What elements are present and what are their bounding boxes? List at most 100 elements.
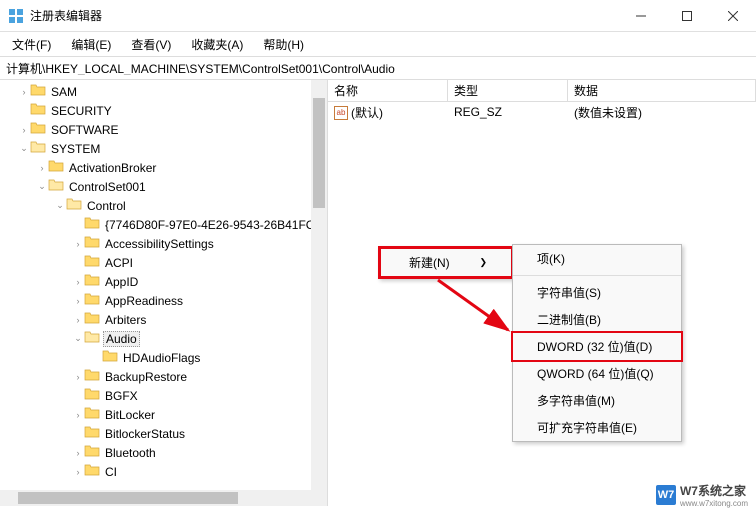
tree-item[interactable]: {7746D80F-97E0-4E26-9543-26B41FC	[0, 215, 327, 234]
tree-scrollbar-vertical[interactable]	[311, 80, 327, 506]
folder-icon	[84, 330, 103, 347]
address-input[interactable]	[6, 61, 750, 75]
folder-icon	[84, 368, 103, 385]
submenu-new: 项(K) 字符串值(S) 二进制值(B) DWORD (32 位)值(D) QW…	[512, 244, 682, 442]
collapse-icon[interactable]: ⌄	[36, 181, 48, 192]
value-data: (数值未设置)	[568, 103, 756, 122]
close-button[interactable]	[710, 0, 756, 32]
list-row[interactable]: ab(默认) REG_SZ (数值未设置)	[328, 102, 756, 122]
chevron-right-icon: ❯	[479, 257, 487, 268]
menu-view[interactable]: 查看(V)	[123, 34, 179, 55]
expand-icon[interactable]: ›	[36, 163, 48, 173]
tree-item[interactable]: › BitLocker	[0, 405, 327, 424]
tree-item[interactable]: ›SAM	[0, 82, 327, 101]
folder-icon	[30, 83, 49, 100]
watermark-badge: W7	[656, 485, 676, 505]
menubar: 文件(F) 编辑(E) 查看(V) 收藏夹(A) 帮助(H)	[0, 32, 756, 56]
menu-help[interactable]: 帮助(H)	[255, 34, 312, 55]
folder-icon	[30, 102, 49, 119]
tree-label: AppID	[103, 275, 140, 289]
tree-item[interactable]: ›SOFTWARE	[0, 120, 327, 139]
folder-icon	[84, 406, 103, 423]
tree-label: SECURITY	[49, 104, 114, 118]
folder-icon	[84, 235, 103, 252]
submenu-qword[interactable]: QWORD (64 位)值(Q)	[513, 360, 681, 387]
menu-file[interactable]: 文件(F)	[4, 34, 59, 55]
window-controls	[618, 0, 756, 32]
submenu-binary[interactable]: 二进制值(B)	[513, 306, 681, 333]
tree-item[interactable]: ⌄SYSTEM	[0, 139, 327, 158]
submenu-expand[interactable]: 可扩充字符串值(E)	[513, 414, 681, 441]
col-header-type[interactable]: 类型	[448, 80, 568, 101]
submenu-key[interactable]: 项(K)	[513, 245, 681, 272]
tree-label: BitLocker	[103, 408, 157, 422]
expand-icon[interactable]: ›	[72, 372, 84, 382]
tree-item[interactable]: SECURITY	[0, 101, 327, 120]
tree-item[interactable]: ⌄ Control	[0, 196, 327, 215]
tree-label: BitlockerStatus	[103, 427, 187, 441]
tree-item[interactable]: ›Bluetooth	[0, 443, 327, 462]
tree-label: {7746D80F-97E0-4E26-9543-26B41FC	[103, 218, 316, 232]
tree-item[interactable]: ⌄Audio	[0, 329, 327, 348]
address-bar	[0, 56, 756, 80]
menu-favorites[interactable]: 收藏夹(A)	[183, 34, 251, 55]
expand-icon[interactable]: ›	[72, 448, 84, 458]
tree-label: ControlSet001	[67, 180, 148, 194]
app-icon	[8, 8, 24, 24]
tree-label: ACPI	[103, 256, 135, 270]
tree-item[interactable]: › ActivationBroker	[0, 158, 327, 177]
watermark-text: W7系统之家	[680, 482, 748, 499]
tree-label: Control	[85, 199, 128, 213]
expand-icon[interactable]: ›	[72, 296, 84, 306]
value-type: REG_SZ	[448, 104, 568, 120]
col-header-name[interactable]: 名称	[328, 80, 448, 101]
tree-item[interactable]: ACPI	[0, 253, 327, 272]
expand-icon[interactable]: ›	[72, 467, 84, 477]
tree-label: ActivationBroker	[67, 161, 158, 175]
list-pane[interactable]: 名称 类型 数据 ab(默认) REG_SZ (数值未设置) 新建(N) ❯ 项…	[328, 80, 756, 506]
col-header-data[interactable]: 数据	[568, 80, 756, 101]
folder-icon	[84, 463, 103, 480]
tree-item[interactable]: ›AccessibilitySettings	[0, 234, 327, 253]
tree-label: BackupRestore	[103, 370, 189, 384]
context-menu-new[interactable]: 新建(N) ❯	[381, 249, 511, 276]
collapse-icon[interactable]: ⌄	[72, 333, 84, 344]
expand-icon[interactable]: ›	[18, 87, 30, 97]
folder-icon	[84, 254, 103, 271]
tree-label: BGFX	[103, 389, 140, 403]
watermark: W7 W7系统之家 www.w7xitong.com	[656, 482, 748, 508]
tree-item[interactable]: › AppID	[0, 272, 327, 291]
watermark-sub: www.w7xitong.com	[680, 499, 748, 508]
maximize-button[interactable]	[664, 0, 710, 32]
tree-item[interactable]: BGFX	[0, 386, 327, 405]
expand-icon[interactable]: ›	[72, 410, 84, 420]
tree-scrollbar-horizontal[interactable]	[0, 490, 311, 506]
folder-icon	[30, 121, 49, 138]
collapse-icon[interactable]: ⌄	[54, 200, 66, 211]
folder-icon	[84, 387, 103, 404]
tree-item[interactable]: HDAudioFlags	[0, 348, 327, 367]
submenu-dword[interactable]: DWORD (32 位)值(D)	[511, 331, 683, 362]
collapse-icon[interactable]: ⌄	[18, 143, 30, 154]
folder-icon	[102, 349, 121, 366]
tree-pane[interactable]: ›SAM SECURITY ›SOFTWARE⌄SYSTEM › ActivationB…	[0, 80, 328, 506]
expand-icon[interactable]: ›	[72, 239, 84, 249]
tree-label: Arbiters	[103, 313, 148, 327]
expand-icon[interactable]: ›	[72, 315, 84, 325]
submenu-string[interactable]: 字符串值(S)	[513, 279, 681, 306]
tree-item[interactable]: ›AppReadiness	[0, 291, 327, 310]
tree-item[interactable]: › BackupRestore	[0, 367, 327, 386]
folder-icon	[66, 197, 85, 214]
expand-icon[interactable]: ›	[18, 125, 30, 135]
menu-edit[interactable]: 编辑(E)	[63, 34, 119, 55]
expand-icon[interactable]: ›	[72, 277, 84, 287]
folder-icon	[84, 425, 103, 442]
tree-item[interactable]: ›CI	[0, 462, 327, 481]
minimize-button[interactable]	[618, 0, 664, 32]
tree-item[interactable]: BitlockerStatus	[0, 424, 327, 443]
submenu-separator	[513, 275, 681, 276]
tree-item[interactable]: › Arbiters	[0, 310, 327, 329]
submenu-multi[interactable]: 多字符串值(M)	[513, 387, 681, 414]
tree-item[interactable]: ⌄ ControlSet001	[0, 177, 327, 196]
folder-icon	[48, 159, 67, 176]
